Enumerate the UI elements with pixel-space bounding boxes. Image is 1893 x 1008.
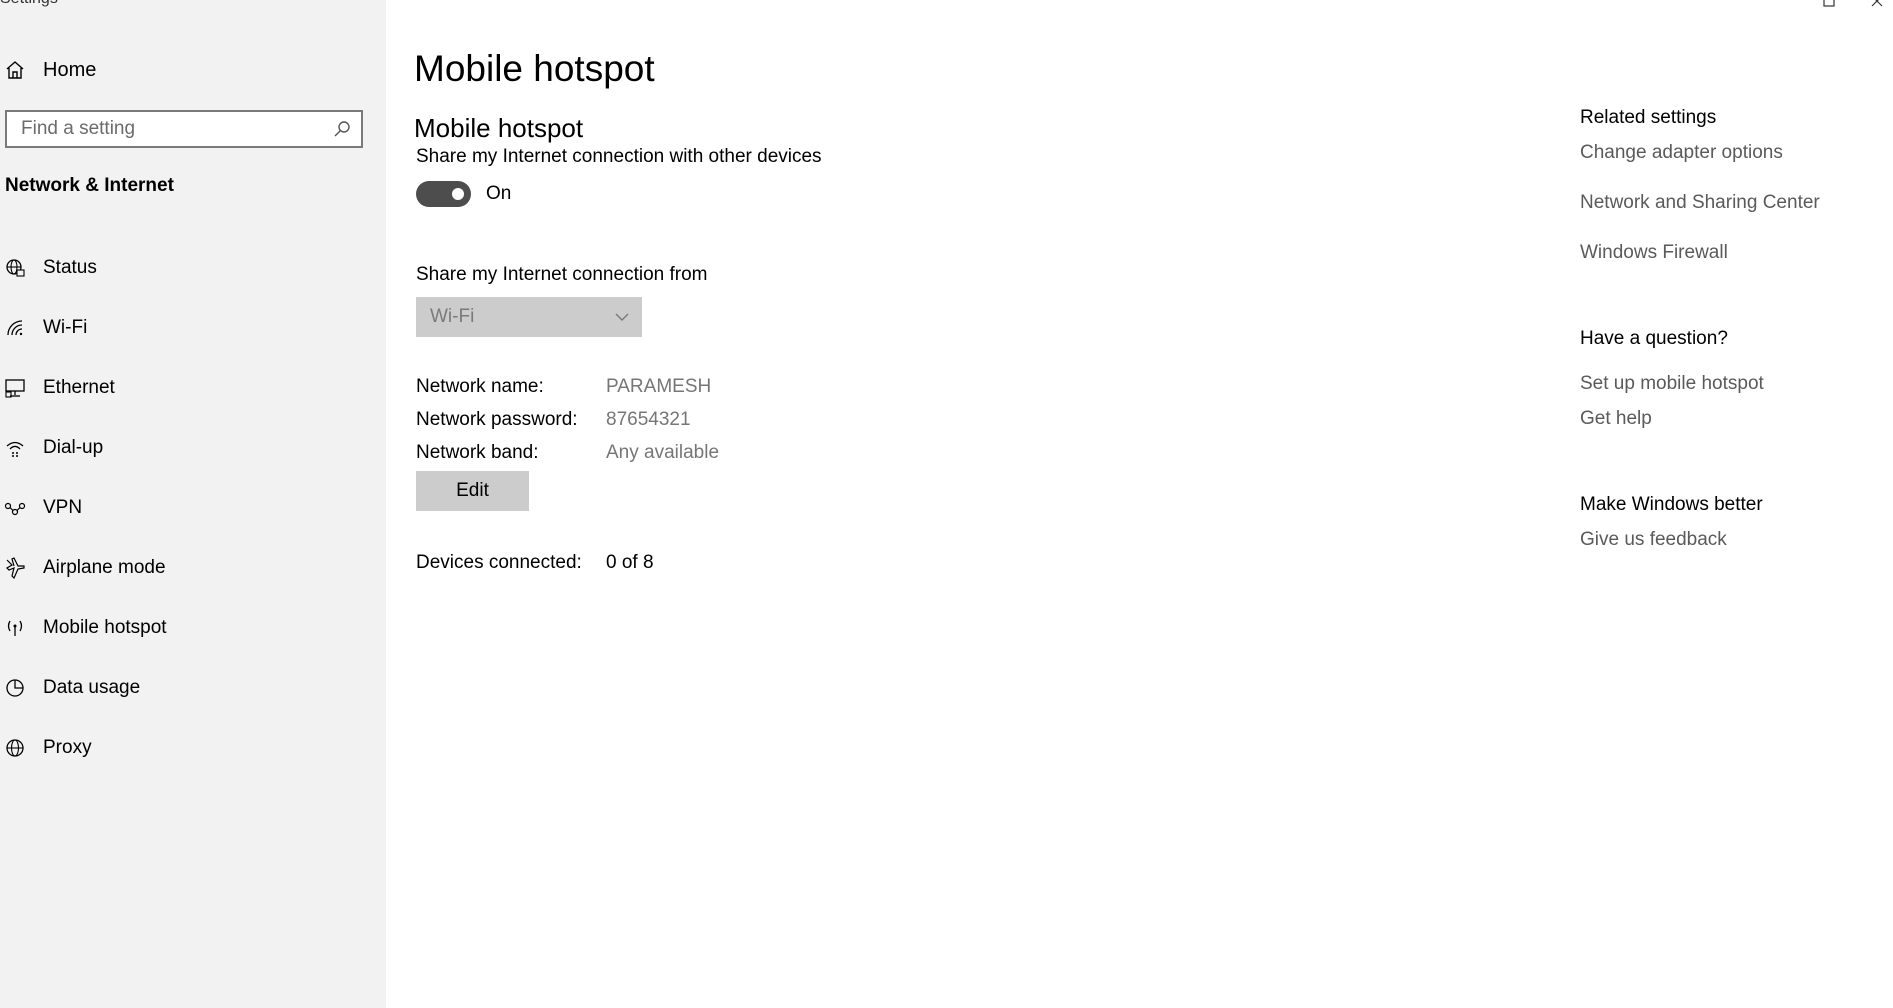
devices-connected-row: Devices connected: 0 of 8 (416, 552, 654, 574)
setup-mobile-hotspot-link[interactable]: Set up mobile hotspot (1580, 373, 1764, 395)
hotspot-toggle-row: On (416, 181, 511, 207)
sidebar-home-label: Home (43, 58, 97, 81)
hotspot-icon (7, 620, 23, 636)
change-adapter-options-link[interactable]: Change adapter options (1580, 142, 1783, 164)
make-windows-better-title: Make Windows better (1580, 494, 1763, 515)
globe-status-icon (6, 259, 25, 277)
edit-button[interactable]: Edit (416, 471, 529, 511)
section-heading: Mobile hotspot (414, 113, 584, 143)
network-password-label: Network password: (416, 409, 578, 430)
share-from-label: Share my Internet connection from (416, 264, 708, 285)
close-icon[interactable] (1870, 0, 1884, 8)
page-title: Mobile hotspot (414, 48, 655, 89)
search-input[interactable] (19, 117, 323, 141)
sidebar: Settings Home Network & Internet (0, 0, 386, 1008)
sidebar-item-label: Status (43, 257, 97, 278)
share-from-dropdown[interactable]: Wi-Fi (416, 297, 642, 337)
network-password-value: 87654321 (606, 409, 691, 430)
sidebar-home[interactable]: Home (0, 52, 386, 88)
sidebar-nav: Status Wi-Fi Ethernet Dial-up VPN Airpla… (0, 238, 386, 778)
sidebar-item-ethernet[interactable]: Ethernet (0, 358, 386, 418)
get-help-link[interactable]: Get help (1580, 408, 1652, 430)
sidebar-item-dialup[interactable]: Dial-up (0, 418, 386, 478)
sidebar-item-label: Proxy (43, 737, 92, 758)
sidebar-item-wifi[interactable]: Wi-Fi (0, 298, 386, 358)
devices-connected-value: 0 of 8 (606, 552, 654, 573)
network-name-label: Network name: (416, 376, 544, 397)
sidebar-item-status[interactable]: Status (0, 238, 386, 298)
settings-window: Settings Home Network & Internet (0, 0, 1893, 1008)
hotspot-toggle[interactable] (416, 181, 471, 207)
related-settings-title: Related settings (1580, 107, 1717, 128)
restore-icon[interactable] (1822, 0, 1836, 8)
network-band-value: Any available (606, 442, 720, 463)
sidebar-item-label: Wi-Fi (43, 317, 88, 338)
toggle-knob (452, 188, 464, 200)
sidebar-item-label: Data usage (43, 677, 141, 698)
have-question-title: Have a question? (1580, 328, 1728, 349)
data-usage-icon (6, 679, 24, 697)
network-name-value: PARAMESH (606, 376, 712, 397)
sidebar-item-label: Airplane mode (43, 557, 166, 578)
dialup-icon (6, 441, 24, 457)
wifi-icon (7, 320, 23, 336)
windows-firewall-link[interactable]: Windows Firewall (1580, 242, 1728, 264)
sidebar-item-data-usage[interactable]: Data usage (0, 658, 386, 718)
share-from-value: Wi-Fi (430, 306, 475, 327)
sidebar-item-mobile-hotspot[interactable]: Mobile hotspot (0, 598, 386, 658)
search-box[interactable] (5, 110, 363, 148)
give-feedback-link[interactable]: Give us feedback (1580, 529, 1727, 551)
sidebar-item-vpn[interactable]: VPN (0, 478, 386, 538)
search-icon[interactable] (333, 120, 351, 138)
network-band-label: Network band: (416, 442, 539, 463)
network-name-row: Network name: PARAMESH (416, 376, 711, 398)
sidebar-item-label: Mobile hotspot (43, 617, 167, 638)
globe-icon (6, 739, 24, 757)
app-title: Settings (0, 0, 58, 8)
home-icon (6, 61, 24, 79)
network-sharing-center-link[interactable]: Network and Sharing Center (1580, 192, 1820, 214)
ethernet-icon (5, 379, 25, 398)
chevron-down-icon (615, 313, 629, 321)
sidebar-item-label: VPN (43, 497, 83, 518)
airplane-icon (6, 557, 25, 579)
vpn-icon (4, 502, 26, 516)
sidebar-item-label: Ethernet (43, 377, 115, 398)
sidebar-item-airplane[interactable]: Airplane mode (0, 538, 386, 598)
toggle-state-label: On (486, 183, 512, 204)
sidebar-item-proxy[interactable]: Proxy (0, 718, 386, 778)
share-description: Share my Internet connection with other … (416, 146, 822, 167)
network-band-row: Network band: Any available (416, 442, 719, 464)
network-password-row: Network password: 87654321 (416, 409, 691, 431)
sidebar-item-label: Dial-up (43, 437, 104, 458)
devices-connected-label: Devices connected: (416, 552, 582, 573)
section-title: Network & Internet (5, 175, 174, 196)
